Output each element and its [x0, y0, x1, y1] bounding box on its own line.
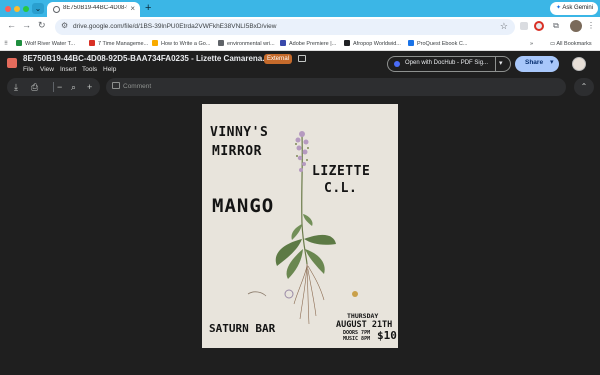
bookmark-favicon-icon — [344, 40, 350, 46]
zoom-magnifier-icon[interactable]: ⌕ — [71, 81, 76, 93]
zoom-out-icon[interactable]: − — [57, 81, 62, 93]
music-time: MUSIC 8PM — [343, 336, 371, 342]
poster-image: VINNY'S MIRROR LIZETTE C.L. MANGO SATURN… — [202, 104, 398, 348]
bookmark-item[interactable]: ProQuest Ebook C... — [408, 39, 467, 49]
more-bookmarks-icon[interactable]: » — [530, 39, 533, 49]
band-name-line2: MIRROR — [212, 144, 262, 159]
band-name-line5: MANGO — [212, 195, 275, 217]
extensions-puzzle-icon[interactable]: ⧉ — [550, 20, 562, 32]
ticket-price: $10 — [377, 329, 397, 342]
comment-placeholder[interactable]: Comment — [123, 83, 151, 90]
all-bookmarks-button[interactable]: ▭ All Bookmarks — [550, 39, 592, 49]
file-title[interactable]: 8E750B19-44BC-4D08-92D5-BAA734FA0235 - L… — [23, 54, 280, 63]
bookmark-label: How to Write a Go... — [161, 41, 211, 47]
all-bookmarks-label: All Bookmarks — [556, 41, 592, 47]
ask-gemini-button[interactable]: ✦ Ask Gemini — [550, 2, 598, 15]
menu-view[interactable]: View — [40, 66, 54, 73]
share-dropdown-icon[interactable]: ▾ — [550, 58, 554, 66]
menu-insert[interactable]: Insert — [60, 66, 76, 73]
button-divider — [495, 57, 496, 71]
ask-gemini-label: Ask Gemini — [562, 5, 594, 11]
tab-close-icon[interactable]: × — [130, 4, 135, 13]
profile-avatar[interactable] — [570, 20, 582, 32]
move-to-folder-icon[interactable] — [298, 55, 306, 62]
venue-name: SATURN BAR — [209, 322, 276, 335]
menu-help[interactable]: Help — [103, 66, 116, 73]
open-with-label: Open with DocHub - PDF Sig... — [405, 60, 489, 66]
menu-tools[interactable]: Tools — [82, 66, 97, 73]
site-info-icon[interactable]: ⚙ — [61, 21, 68, 30]
band-name-line1: VINNY'S — [210, 125, 269, 140]
menu-file[interactable]: File — [23, 66, 33, 73]
browser-toolbar: ← → ↻ ⚙ drive.google.com/file/d/1BS-39ln… — [0, 17, 600, 37]
comment-icon — [112, 82, 120, 89]
toolbar-divider — [53, 82, 54, 92]
minimize-window-button[interactable] — [14, 6, 20, 12]
bookmark-label: Adobe Premiere |... — [289, 41, 337, 47]
bookmark-label: Wolf River Water T... — [25, 41, 76, 47]
tab-search-chevron-icon[interactable]: ⌄ — [32, 3, 44, 14]
address-url[interactable]: drive.google.com/file/d/1BS-39lnPU0Etrda… — [73, 23, 276, 30]
bookmark-label: environmental wri... — [227, 41, 275, 47]
address-bar[interactable]: ⚙ drive.google.com/file/d/1BS-39lnPU0Etr… — [55, 19, 515, 35]
close-window-button[interactable] — [5, 6, 11, 12]
gemini-icon: ✦ — [556, 5, 562, 11]
apps-grid-icon[interactable]: ⠿ — [4, 39, 8, 49]
account-avatar[interactable] — [572, 57, 586, 71]
image-file-icon — [7, 58, 17, 68]
bookmark-label: Afropop Worldwid... — [353, 41, 401, 47]
print-icon[interactable]: ⎙ — [31, 81, 38, 93]
folder-icon — [218, 40, 224, 46]
bookmark-item[interactable]: environmental wri... — [218, 39, 275, 49]
reload-icon[interactable]: ↻ — [38, 20, 46, 31]
bookmark-star-icon[interactable]: ☆ — [500, 21, 508, 32]
band-name-line4: C.L. — [324, 181, 358, 196]
bookmark-item[interactable]: 7 Time Manageme... — [89, 39, 148, 49]
back-arrow-icon[interactable]: ← — [7, 20, 16, 30]
bookmark-favicon-icon — [408, 40, 414, 46]
share-button[interactable]: Share ▾ — [515, 56, 559, 72]
bookmark-favicon-icon — [152, 40, 158, 46]
bookmark-favicon-icon — [89, 40, 95, 46]
share-label: Share — [525, 59, 544, 66]
bookmark-label: ProQuest Ebook C... — [417, 41, 468, 47]
open-with-button[interactable]: Open with DocHub - PDF Sig... ▾ — [387, 56, 511, 72]
bookmark-favicon-icon — [280, 40, 286, 46]
bookmarks-bar: ⠿ Wolf River Water T... 7 Time Manageme.… — [0, 37, 600, 51]
open-with-dropdown-icon[interactable]: ▾ — [499, 59, 503, 67]
new-tab-button[interactable]: + — [145, 2, 151, 14]
download-icon[interactable]: ⤓ — [14, 81, 18, 93]
drive-favicon-icon — [53, 6, 60, 13]
bookmark-label: 7 Time Manageme... — [98, 41, 149, 47]
external-badge: External — [264, 54, 293, 64]
band-name-line3: LIZETTE — [312, 164, 371, 179]
extension-record-icon[interactable] — [534, 21, 544, 31]
bookmark-item[interactable]: How to Write a Go... — [152, 39, 210, 49]
event-day: THURSDAY — [347, 312, 379, 320]
bookmark-item[interactable]: Wolf River Water T... — [16, 39, 75, 49]
dochub-icon — [394, 61, 400, 67]
tab-title: 8E750B19-44BC-4D08-92D5... — [63, 5, 127, 11]
extension-icon[interactable] — [520, 22, 528, 30]
comment-bar[interactable]: Comment — [106, 78, 566, 96]
maximize-window-button[interactable] — [23, 6, 29, 12]
collapse-chevron-up-icon[interactable]: ⌃ — [574, 78, 594, 96]
active-tab[interactable]: 8E750B19-44BC-4D08-92D5... × — [47, 2, 140, 17]
bookmark-favicon-icon — [16, 40, 22, 46]
forward-arrow-icon[interactable]: → — [22, 20, 31, 30]
zoom-in-icon[interactable]: + — [87, 81, 92, 93]
browser-tab-strip: ⌄ 8E750B19-44BC-4D08-92D5... × + ✦ Ask G… — [0, 0, 600, 17]
browser-menu-icon[interactable]: ⋮ — [585, 20, 597, 32]
viewer-toolbar: ⤓ ⎙ − ⌕ + — [7, 78, 100, 96]
bookmark-item[interactable]: Afropop Worldwid... — [344, 39, 401, 49]
bookmark-item[interactable]: Adobe Premiere |... — [280, 39, 336, 49]
